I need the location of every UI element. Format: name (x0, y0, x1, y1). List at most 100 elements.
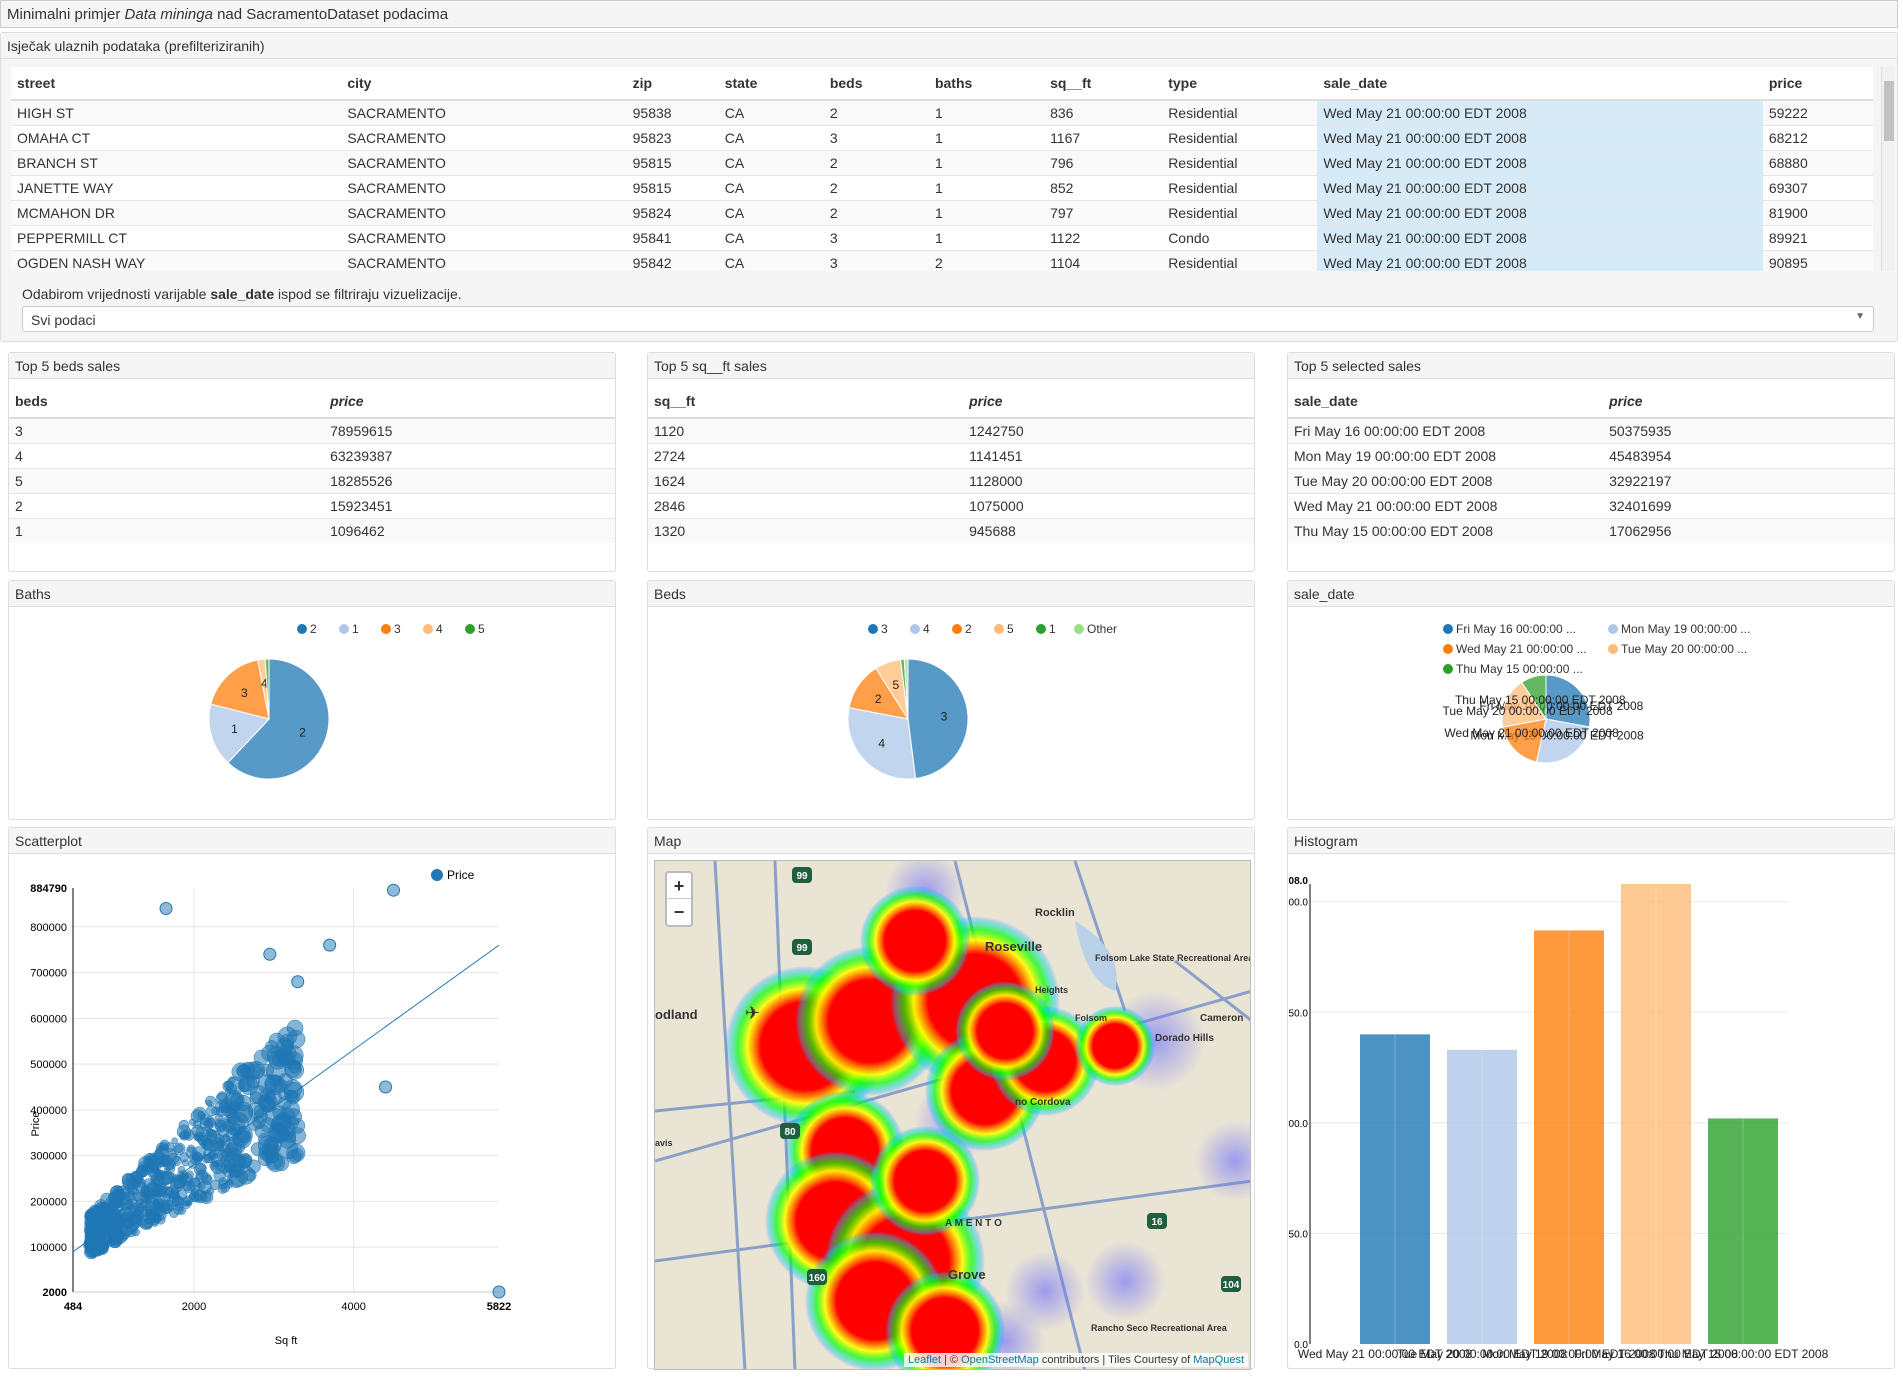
cell-zip: 95815 (626, 149, 719, 175)
column-header-sq__ft[interactable]: sq__ft (1044, 67, 1163, 101)
scatter-point (178, 1119, 190, 1131)
cell-street: PEPPERMILL CT (11, 224, 342, 250)
cell-beds: 2 (823, 174, 929, 200)
scatter-point (291, 975, 305, 989)
scatter-point (140, 1185, 153, 1199)
cell-sq__ft: 1167 (1044, 124, 1163, 150)
cell-zip: 95823 (626, 124, 719, 150)
cell-street: MCMAHON DR (11, 199, 342, 225)
table-row[interactable]: OMAHA CT SACRAMENTO 95823 CA 3 1 1167 Residenti… (11, 124, 1873, 150)
cell-state: CA (718, 149, 824, 175)
x-tick-label: 5822 (487, 1301, 511, 1313)
scatter-point (276, 1047, 290, 1061)
baths-title: Baths (9, 581, 615, 607)
input-table-scrollbar[interactable] (1881, 67, 1895, 271)
map-place-label: A M E N T O (945, 1218, 1002, 1229)
legend-swatch (339, 624, 349, 634)
legend-swatch (431, 869, 443, 881)
column-header-street[interactable]: street (11, 67, 342, 101)
zoom-out-button[interactable]: − (667, 899, 691, 925)
column-header-sale_date[interactable]: sale_date (1288, 385, 1604, 419)
legend-label: 2 (310, 622, 317, 636)
cell-zip: 95815 (626, 174, 719, 200)
osm-link[interactable]: OpenStreetMap (961, 1354, 1039, 1366)
column-header-beds[interactable]: beds (823, 67, 929, 101)
scatter-point (206, 1128, 218, 1140)
scrollbar-thumb[interactable] (1884, 81, 1894, 141)
heatmap-map[interactable]: Rocklin Roseville Folsom Lake State Recrea… (654, 860, 1251, 1370)
cell-baths: 1 (928, 174, 1045, 200)
table-row[interactable]: HIGH ST SACRAMENTO 95838 CA 2 1 836 Residential… (11, 99, 1873, 125)
column-header-zip[interactable]: zip (626, 67, 719, 101)
table-row[interactable]: PEPPERMILL CT SACRAMENTO 95841 CA 3 1 1122 Cond… (11, 224, 1873, 250)
top-beds-panel: Top 5 beds sales beds price 3 78959615 4 6323… (8, 352, 616, 572)
zoom-in-button[interactable]: + (667, 873, 691, 899)
scatter-point (253, 1104, 268, 1119)
cell-price: 68880 (1762, 149, 1873, 175)
scatter-point (204, 1095, 216, 1107)
column-header-price[interactable]: price (324, 385, 615, 419)
scatter-point (95, 1217, 104, 1227)
column-header-price[interactable]: price (963, 385, 1254, 419)
sale-date-select[interactable]: Svi podaci ▼ (22, 306, 1874, 332)
cell-price: 89921 (1762, 224, 1873, 250)
cell-sale_date: Wed May 21 00:00:00 EDT 2008 (1317, 199, 1763, 225)
top-beds-title: Top 5 beds sales (9, 353, 615, 379)
table-row[interactable]: JANETTE WAY SACRAMENTO 95815 CA 2 1 852 Residen… (11, 174, 1873, 200)
column-header-price[interactable]: price (1603, 385, 1894, 419)
scatter-point (112, 1188, 126, 1202)
sale-date-pie-chart: Fri May 16 00:00:00 ... Mon May 19 00:00:… (1443, 622, 1750, 764)
column-header-sq__ft[interactable]: sq__ft (648, 385, 964, 419)
cell-state: CA (718, 199, 824, 225)
cell-sale_date: Wed May 21 00:00:00 EDT 2008 (1317, 99, 1763, 125)
column-header-state[interactable]: state (718, 67, 824, 101)
beds-panel: Beds 3 4 2 5 1 Other 3 4 2 5 (647, 580, 1255, 820)
legend-swatch (1443, 624, 1453, 634)
cell-baths: 2 (928, 249, 1045, 271)
y-tick-label: 200.0 (1288, 898, 1308, 909)
table-row: 1 1096462 (9, 517, 615, 543)
legend-label: Other (1087, 622, 1117, 636)
map-panel: Map Rocklin Roseville Folsom Lake State Re… (647, 827, 1255, 1370)
heat-blob (860, 886, 970, 996)
x-axis-label: Sq ft (275, 1335, 298, 1347)
cell-beds: 3 (823, 124, 929, 150)
cell-sale_date: Wed May 21 00:00:00 EDT 2008 (1317, 149, 1763, 175)
legend-swatch (381, 624, 391, 634)
cell-price: 81900 (1762, 199, 1873, 225)
highway-shield-label: 160 (809, 1273, 826, 1284)
y-axis-label: Price (30, 1111, 42, 1136)
map-place-label: Grove (948, 1267, 986, 1282)
table-cell: 1120 (648, 417, 964, 443)
table-row: 5 18285526 (9, 467, 615, 493)
table-row[interactable]: MCMAHON DR SACRAMENTO 95824 CA 2 1 797 Resident… (11, 199, 1873, 225)
table-cell: Wed May 21 00:00:00 EDT 2008 (1288, 492, 1604, 518)
cell-state: CA (718, 124, 824, 150)
column-header-baths[interactable]: baths (928, 67, 1045, 101)
column-header-beds[interactable]: beds (9, 385, 325, 419)
zoom-control: + − (665, 871, 693, 927)
scatter-point (174, 1144, 184, 1154)
x-tick-label: 4000 (341, 1301, 365, 1313)
y-tick-label: 150.0 (1288, 1008, 1308, 1019)
column-header-sale_date[interactable]: sale_date (1317, 67, 1763, 101)
cell-price: 69307 (1762, 174, 1873, 200)
column-header-price[interactable]: price (1762, 67, 1873, 101)
input-table-wrap[interactable]: street city zip state beds baths sq__ft type sal… (11, 67, 1873, 271)
mapquest-link[interactable]: MapQuest (1193, 1354, 1244, 1366)
column-header-city[interactable]: city (341, 67, 627, 101)
cell-street: OGDEN NASH WAY (11, 249, 342, 271)
scatter-point (214, 1118, 225, 1128)
leaflet-link[interactable]: Leaflet (908, 1354, 941, 1366)
y-tick-label: 2000 (43, 1287, 67, 1299)
table-row: 1120 1242750 (648, 417, 1254, 443)
baths-panel: Baths 213452134 (8, 580, 616, 820)
scatter-title: Scatterplot (9, 828, 615, 854)
cell-sq__ft: 1122 (1044, 224, 1163, 250)
cell-sq__ft: 1104 (1044, 249, 1163, 271)
column-header-type[interactable]: type (1162, 67, 1318, 101)
table-row[interactable]: OGDEN NASH WAY SACRAMENTO 95842 CA 3 2 1104 Res… (11, 249, 1873, 271)
y-tick-label: 100.0 (1288, 1119, 1308, 1130)
table-row[interactable]: BRANCH ST SACRAMENTO 95815 CA 2 1 796 Residenti… (11, 149, 1873, 175)
cell-city: SACRAMENTO (341, 174, 627, 200)
